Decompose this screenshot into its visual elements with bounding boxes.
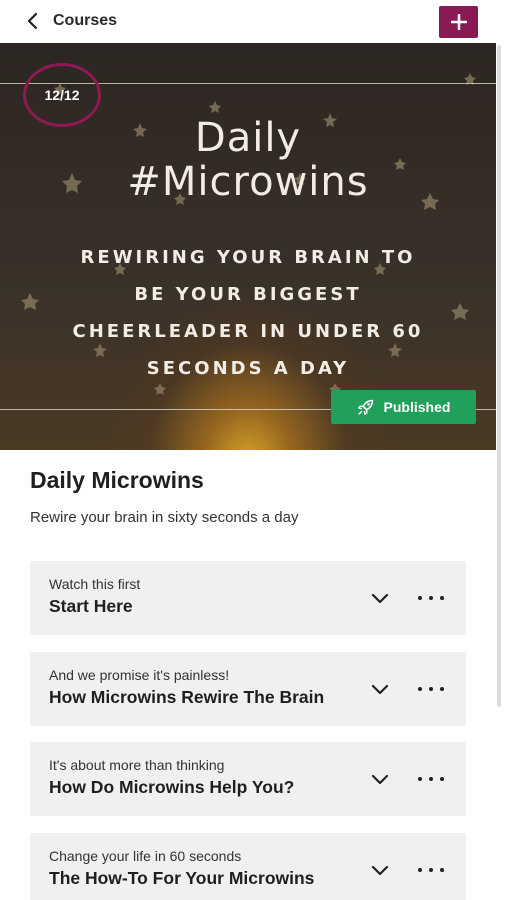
section-card[interactable]: And we promise it's painless! How Microw…	[30, 652, 466, 726]
top-app-bar: Courses	[0, 0, 496, 43]
scrollbar[interactable]	[497, 45, 501, 707]
cover-subtitle-line: CHEERLEADER IN UNDER 60	[72, 321, 424, 342]
cover-subtitle-line: SECONDS A DAY	[146, 358, 350, 379]
cover-title-line-2: #Microwins	[127, 159, 369, 205]
section-subtitle: And we promise it's painless!	[49, 667, 230, 683]
add-button[interactable]	[439, 6, 478, 38]
plus-icon	[450, 14, 467, 30]
cover-title-line-1: Daily	[194, 115, 302, 161]
section-title: Start Here	[49, 596, 133, 616]
rocket-icon	[357, 399, 373, 415]
cover-title: Daily #Microwins	[0, 116, 496, 204]
section-card[interactable]: Change your life in 60 seconds The How-T…	[30, 833, 466, 900]
section-title: The How-To For Your Microwins	[49, 868, 315, 888]
chevron-down-icon[interactable]	[369, 862, 391, 878]
published-status-label: Published	[383, 399, 451, 415]
course-title: Daily Microwins	[30, 467, 204, 493]
cover-subtitle-line: REWIRING YOUR BRAIN TO	[80, 247, 416, 268]
section-card[interactable]: It's about more than thinking How Do Mic…	[30, 742, 466, 816]
more-options-icon[interactable]	[418, 680, 444, 698]
section-title: How Do Microwins Help You?	[49, 777, 295, 797]
published-status-badge[interactable]: Published	[331, 390, 476, 424]
back-button[interactable]	[22, 8, 44, 34]
more-options-icon[interactable]	[418, 589, 444, 607]
chevron-down-icon[interactable]	[369, 681, 391, 697]
section-card[interactable]: Watch this first Start Here	[30, 561, 466, 635]
cover-subtitle-line: BE YOUR BIGGEST	[134, 284, 362, 305]
section-title: How Microwins Rewire The Brain	[49, 687, 325, 707]
lesson-count: 12/12	[44, 87, 80, 103]
section-subtitle: Change your life in 60 seconds	[49, 848, 242, 864]
chevron-down-icon[interactable]	[369, 771, 391, 787]
section-subtitle: Watch this first	[49, 576, 141, 592]
course-cover-image[interactable]: 12/12 Daily #Microwins REWIRING YOUR BRA…	[0, 43, 496, 450]
chevron-down-icon[interactable]	[369, 590, 391, 606]
more-options-icon[interactable]	[418, 770, 444, 788]
cover-subtitle: REWIRING YOUR BRAIN TO BE YOUR BIGGEST C…	[40, 239, 456, 387]
course-description: Rewire your brain in sixty seconds a day	[30, 509, 299, 526]
more-options-icon[interactable]	[418, 861, 444, 879]
section-subtitle: It's about more than thinking	[49, 757, 225, 773]
chevron-left-icon	[27, 12, 38, 30]
page-title: Courses	[53, 12, 118, 29]
